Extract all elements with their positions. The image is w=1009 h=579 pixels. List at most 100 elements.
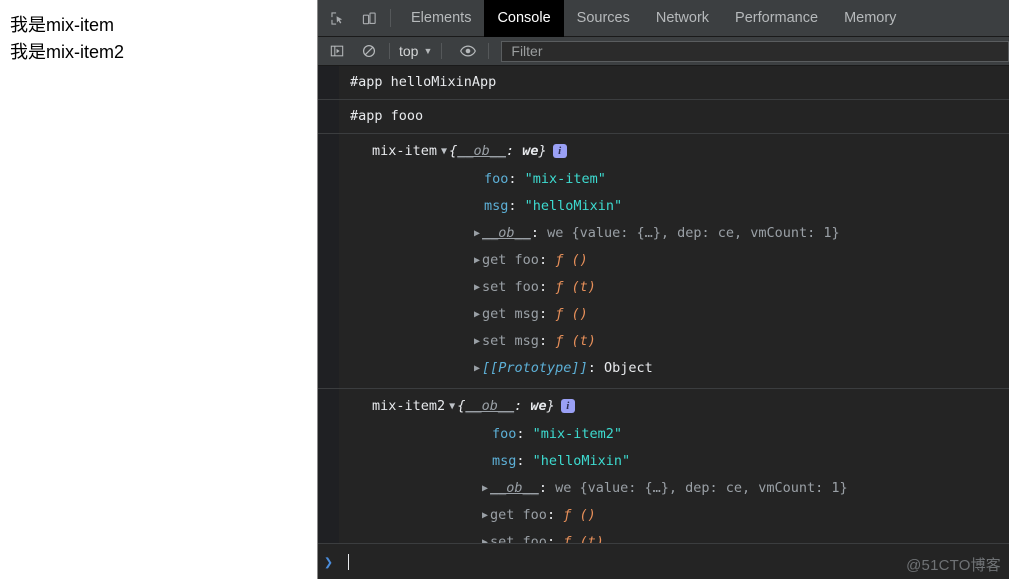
screenshot-root: 我是mix-item 我是mix-item2 Elements Console …	[0, 0, 1009, 579]
filter-input[interactable]	[509, 41, 1008, 61]
property-key: get msg	[482, 306, 539, 322]
execution-context-selector[interactable]: top ▼	[397, 43, 434, 59]
caret-right-icon[interactable]: ▶	[474, 355, 480, 382]
object-property[interactable]: ▶ set foo: ƒ (t)	[362, 529, 1009, 543]
property-separator: :	[516, 426, 533, 442]
console-message-object[interactable]: mix-item ▼ {__ob__: we} i foo: "mix-item" m…	[318, 134, 1009, 389]
property-separator: :	[538, 333, 556, 349]
property-value: ƒ (t)	[563, 534, 604, 543]
console-message-text[interactable]: #app fooo	[318, 100, 1009, 134]
property-value: Object	[603, 360, 653, 376]
object-preview-close: }	[546, 398, 555, 414]
inspect-element-icon[interactable]	[324, 5, 350, 31]
text-cursor	[348, 553, 349, 570]
device-toolbar-icon[interactable]	[356, 5, 382, 31]
object-group-header[interactable]: mix-item2 ▼ {__ob__: we} i	[362, 392, 1009, 421]
property-key: set foo	[482, 279, 539, 295]
clear-console-icon[interactable]	[356, 40, 382, 62]
object-group: mix-item ▼ {__ob__: we} i foo: "mix-item" m…	[340, 137, 1009, 385]
object-property[interactable]: foo: "mix-item2"	[362, 421, 1009, 448]
property-value: ƒ ()	[555, 252, 588, 268]
info-icon[interactable]: i	[560, 399, 575, 413]
property-key: __ob__	[482, 225, 531, 241]
property-key: get foo	[482, 252, 539, 268]
tab-console[interactable]: Console	[484, 0, 564, 37]
object-property[interactable]: ▶ set foo: ƒ (t)	[362, 274, 1009, 301]
property-separator: :	[538, 252, 556, 268]
object-preview-colon: :	[514, 398, 531, 414]
page-text-line-1: 我是mix-item	[10, 15, 114, 35]
caret-right-icon[interactable]: ▶	[482, 475, 488, 502]
console-toolbar: top ▼	[318, 37, 1009, 66]
property-value: ƒ (t)	[555, 333, 596, 349]
caret-right-icon[interactable]: ▶	[482, 502, 488, 529]
object-property[interactable]: msg: "helloMixin"	[362, 193, 1009, 220]
console-toolbar-divider-1	[389, 43, 390, 59]
devtools-tabstrip: Elements Console Sources Network Perform…	[318, 0, 1009, 37]
object-group: mix-item2 ▼ {__ob__: we} i foo: "mix-item2"…	[340, 392, 1009, 543]
caret-down-icon[interactable]: ▼	[441, 138, 447, 166]
caret-right-icon[interactable]: ▶	[482, 529, 488, 543]
property-separator: :	[508, 198, 525, 214]
object-preview-key: __ob__	[457, 143, 506, 159]
tab-network[interactable]: Network	[643, 0, 722, 37]
property-key: set msg	[482, 333, 539, 349]
property-key: [[Prototype]]	[482, 360, 588, 376]
object-property[interactable]: ▶ get foo: ƒ ()	[362, 247, 1009, 274]
property-separator: :	[538, 306, 556, 322]
caret-right-icon[interactable]: ▶	[474, 220, 480, 247]
object-property[interactable]: foo: "mix-item"	[362, 166, 1009, 193]
object-property[interactable]: ▶ __ob__: we {value: {…}, dep: ce, vmCoun…	[362, 220, 1009, 247]
object-preview-close: }	[538, 143, 547, 159]
property-key: msg	[492, 453, 517, 469]
object-preview-value: we	[522, 143, 539, 159]
prompt-arrow-icon: ❯	[323, 552, 334, 571]
object-preview-open: {	[449, 143, 458, 159]
console-message-content: #app fooo	[350, 108, 424, 124]
console-toolbar-divider-2	[441, 43, 443, 59]
object-preview-colon: :	[505, 143, 523, 159]
watermark-label: @51CTO博客	[906, 557, 1001, 574]
execution-context-label: top	[399, 43, 419, 59]
object-property[interactable]: ▶ get foo: ƒ ()	[362, 502, 1009, 529]
object-preview-key: __ob__	[465, 398, 515, 414]
object-property[interactable]: ▶ set msg: ƒ (t)	[362, 328, 1009, 355]
property-value: "mix-item2"	[532, 426, 623, 442]
caret-right-icon[interactable]: ▶	[474, 328, 480, 355]
tab-performance[interactable]: Performance	[722, 0, 831, 37]
console-message-content: #app helloMixinApp	[350, 74, 497, 90]
tab-sources[interactable]: Sources	[564, 0, 643, 37]
console-toolbar-divider-3	[488, 43, 490, 59]
property-value: ƒ ()	[563, 507, 596, 523]
property-value: we {value: {…}, dep: ce, vmCount: 1}	[547, 225, 840, 241]
property-key: foo	[492, 426, 517, 442]
property-key: msg	[484, 198, 509, 214]
rendered-page-pane: 我是mix-item 我是mix-item2	[0, 0, 318, 579]
console-message-object[interactable]: mix-item2 ▼ {__ob__: we} i foo: "mix-item2"…	[318, 389, 1009, 543]
property-separator: :	[508, 171, 525, 187]
console-prompt-row[interactable]: ❯ @51CTO博客	[318, 543, 1009, 579]
caret-right-icon[interactable]: ▶	[474, 247, 480, 274]
live-expression-icon[interactable]	[455, 40, 481, 62]
object-property[interactable]: ▶ [[Prototype]]: Object	[362, 355, 1009, 382]
info-icon[interactable]: i	[552, 144, 567, 158]
property-separator: :	[538, 480, 556, 496]
tab-memory[interactable]: Memory	[831, 0, 909, 37]
console-message-text[interactable]: #app helloMixinApp	[318, 66, 1009, 100]
property-key: foo	[484, 171, 509, 187]
caret-right-icon[interactable]: ▶	[474, 274, 480, 301]
caret-down-icon[interactable]: ▼	[449, 393, 455, 421]
console-sidebar-icon[interactable]	[324, 40, 350, 62]
object-property[interactable]: msg: "helloMixin"	[362, 448, 1009, 475]
object-property[interactable]: ▶ __ob__: we {value: {…}, dep: ce, vmCoun…	[362, 475, 1009, 502]
property-separator: :	[587, 360, 604, 376]
property-separator: :	[546, 507, 564, 523]
console-message-list[interactable]: #app helloMixinApp #app fooo mix-item ▼ {_…	[318, 66, 1009, 543]
caret-right-icon[interactable]: ▶	[474, 301, 480, 328]
object-property[interactable]: ▶ get msg: ƒ ()	[362, 301, 1009, 328]
page-text-line-2: 我是mix-item2	[10, 42, 125, 62]
object-group-header[interactable]: mix-item ▼ {__ob__: we} i	[362, 137, 1009, 166]
property-key: set foo	[490, 534, 547, 543]
filter-field-wrapper[interactable]	[501, 40, 1009, 62]
tab-elements[interactable]: Elements	[398, 0, 484, 37]
